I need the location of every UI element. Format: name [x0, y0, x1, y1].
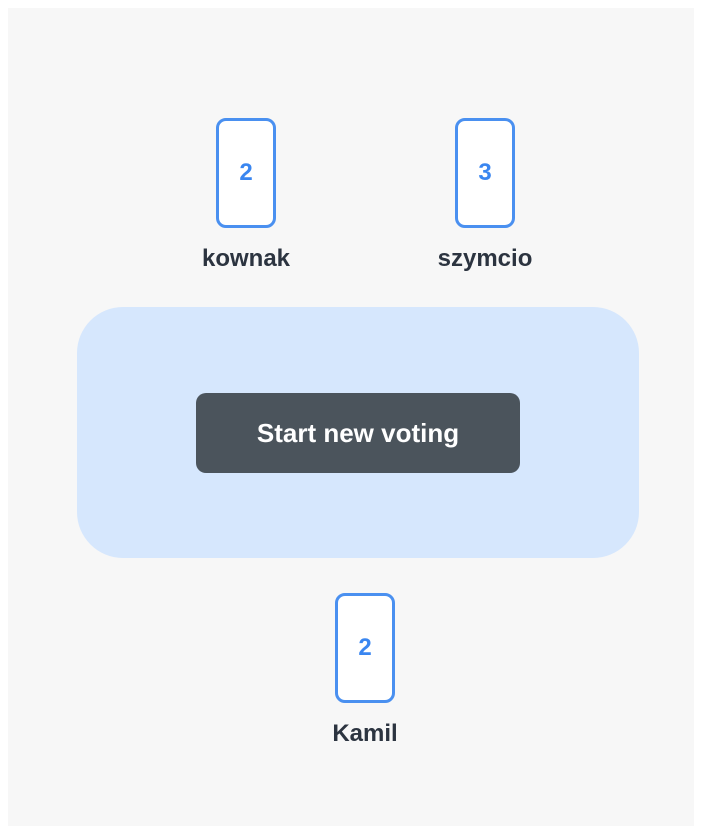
player-name: Kamil	[332, 720, 398, 747]
player-name: szymcio	[437, 245, 533, 272]
player-seat-kamil: 2 Kamil	[285, 593, 445, 748]
start-new-voting-button[interactable]: Start new voting	[196, 393, 520, 473]
player-name: kownak	[201, 245, 291, 272]
vote-card: 2	[216, 118, 276, 228]
vote-card: 3	[455, 118, 515, 228]
voting-table: Start new voting	[77, 307, 639, 558]
player-seat-kownak: 2 kownak	[166, 118, 326, 273]
poker-room: 2 kownak 3 szymcio Start new voting 2 Ka…	[8, 8, 694, 826]
vote-card: 2	[335, 593, 395, 703]
player-seat-szymcio: 3 szymcio	[405, 118, 565, 273]
